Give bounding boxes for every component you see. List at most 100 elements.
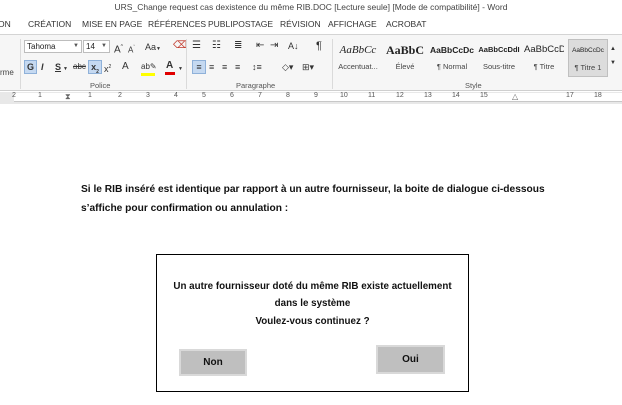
- align-center-icon[interactable]: ≡: [209, 61, 214, 73]
- caret-up-icon: ^: [120, 44, 124, 50]
- grow-font-button[interactable]: A^: [114, 41, 123, 56]
- subscript-2-glyph: 2: [96, 68, 99, 75]
- font-family-select[interactable]: Tahoma ▼: [24, 40, 82, 53]
- tab-references[interactable]: RÉFÉRENCES: [148, 19, 206, 29]
- caret-down-icon: ˇ: [133, 45, 136, 51]
- ruler-label: 4: [174, 92, 178, 99]
- text-effects-icon[interactable]: A: [122, 61, 129, 73]
- align-right-icon[interactable]: ≡: [222, 61, 227, 73]
- ribbon-tabs: ON CRÉATION MISE EN PAGE RÉFÉRENCES PUBL…: [0, 16, 622, 34]
- shrink-font-button[interactable]: Aˇ: [128, 42, 135, 57]
- numbering-icon[interactable]: ☷: [212, 40, 221, 52]
- style-name: Élevé: [395, 62, 415, 71]
- font-color-icon: A: [166, 60, 174, 71]
- ruler-label: 9: [314, 92, 318, 99]
- font-color-button[interactable]: A: [165, 60, 175, 75]
- yes-button[interactable]: Oui: [376, 345, 445, 374]
- style-name: Sous-titre: [482, 62, 516, 71]
- style-name: ¶ Normal: [436, 62, 468, 71]
- style-sample: AaBbCc: [339, 44, 377, 56]
- superscript-2-glyph: 2: [108, 64, 112, 70]
- font-group-label: Police: [90, 81, 111, 90]
- group-divider: [186, 39, 187, 89]
- styles-scroll-up-icon[interactable]: ▲: [610, 43, 616, 55]
- grow-font-label: A: [114, 44, 121, 56]
- multilevel-list-icon[interactable]: ≣: [234, 40, 242, 52]
- tab-revision[interactable]: RÉVISION: [280, 19, 321, 29]
- ruler-label: 6: [230, 92, 234, 99]
- font-family-value: Tahoma: [27, 42, 56, 51]
- change-case-label: Aa: [145, 42, 157, 52]
- ruler-label: 2: [12, 92, 16, 99]
- style-titre-1[interactable]: AaBbCcDc ¶ Titre 1: [568, 39, 608, 77]
- ruler-label: 7: [258, 92, 262, 99]
- tab-publipostage[interactable]: PUBLIPOSTAGE: [208, 19, 273, 29]
- highlighter-icon: ab✎: [141, 62, 157, 71]
- style-accentuation[interactable]: AaBbCc Accentuat...: [336, 39, 380, 77]
- style-name: Accentuat...: [338, 62, 378, 71]
- ruler-label: 13: [424, 92, 432, 99]
- ruler-label: 17: [566, 92, 574, 99]
- style-sample: AaBbCcD: [524, 44, 564, 55]
- style-normal[interactable]: AaBbCcDc ¶ Normal: [430, 39, 474, 77]
- ruler-label: 2: [118, 92, 122, 99]
- chevron-down-icon[interactable]: ▼: [63, 63, 68, 75]
- ruler-paper: [14, 93, 622, 102]
- group-divider: [332, 39, 333, 89]
- decrease-indent-icon[interactable]: ⇤: [256, 40, 264, 52]
- ruler-label: 5: [202, 92, 206, 99]
- indent-marker-icon[interactable]: ⧗: [65, 92, 71, 101]
- document-paragraph-line-2: s’affiche pour confirmation ou annulatio…: [81, 203, 289, 214]
- tab-affichage[interactable]: AFFICHAGE: [328, 19, 377, 29]
- bold-button[interactable]: G: [24, 60, 37, 74]
- show-marks-button[interactable]: ¶: [316, 40, 322, 52]
- subscript-button[interactable]: x2: [88, 60, 102, 75]
- font-size-select[interactable]: 14 ▼: [83, 40, 110, 53]
- line-spacing-icon[interactable]: ↕≡: [252, 61, 262, 73]
- confirmation-dialog-mockup: Un autre fournisseur doté du même RIB ex…: [156, 254, 469, 392]
- change-case-button[interactable]: Aa▼: [145, 41, 161, 55]
- clipboard-fragment-label: rme: [0, 68, 14, 77]
- font-color-swatch: [165, 72, 175, 75]
- styles-scroll-down-icon[interactable]: ▼: [610, 57, 616, 69]
- superscript-button[interactable]: x2: [104, 61, 111, 75]
- dialog-question: Voulez-vous continuez ?: [255, 316, 370, 327]
- underline-button[interactable]: S: [55, 61, 61, 73]
- strikethrough-button[interactable]: abc: [73, 61, 86, 73]
- style-sample: AaBbC: [385, 43, 424, 57]
- ruler-label: 3: [146, 92, 150, 99]
- style-name: ¶ Titre 1: [574, 63, 602, 72]
- increase-indent-icon[interactable]: ⇥: [270, 40, 278, 52]
- ruler-label: 18: [594, 92, 602, 99]
- ribbon: rme Tahoma ▼ 14 ▼ A^ Aˇ Aa▼ ⌫ G I S ▼ ab…: [0, 34, 622, 91]
- font-size-value: 14: [86, 42, 95, 51]
- tab-insertion[interactable]: ON: [0, 19, 11, 29]
- ruler-label: 11: [368, 92, 376, 99]
- ruler-label: 12: [396, 92, 404, 99]
- shading-icon[interactable]: ◇▾: [282, 61, 293, 73]
- style-group-label: Style: [465, 81, 482, 90]
- italic-button[interactable]: I: [41, 61, 44, 73]
- style-titre[interactable]: AaBbCcD ¶ Titre: [524, 39, 564, 77]
- tab-creation[interactable]: CRÉATION: [28, 19, 71, 29]
- tab-acrobat[interactable]: ACROBAT: [386, 19, 426, 29]
- ruler-label: 14: [452, 92, 460, 99]
- paragraph-group-label: Paragraphe: [236, 81, 276, 90]
- ruler-label: 15: [480, 92, 488, 99]
- horizontal-ruler[interactable]: 2 1 ⧗ 1 2 3 4 5 6 7 8 9 10 11 12 13 14 1…: [0, 92, 622, 104]
- align-left-icon[interactable]: ≡: [192, 60, 206, 74]
- sort-icon[interactable]: A↓: [288, 40, 299, 52]
- tab-mise-en-page[interactable]: MISE EN PAGE: [82, 19, 142, 29]
- style-eleve[interactable]: AaBbC Élevé: [382, 39, 428, 77]
- style-sample: AaBbCcDdI: [478, 45, 520, 54]
- bullets-icon[interactable]: ☰: [192, 40, 201, 52]
- dialog-message-line-1: Un autre fournisseur doté du même RIB ex…: [173, 281, 452, 292]
- right-indent-marker-icon[interactable]: △: [512, 92, 518, 101]
- borders-icon[interactable]: ⊞▾: [302, 61, 314, 73]
- highlight-button[interactable]: ab✎: [141, 61, 157, 76]
- style-sous-titre[interactable]: AaBbCcDdI Sous-titre: [476, 39, 522, 77]
- chevron-down-icon: ▼: [156, 46, 161, 52]
- justify-icon[interactable]: ≡: [235, 61, 240, 73]
- chevron-down-icon[interactable]: ▼: [178, 63, 183, 75]
- no-button[interactable]: Non: [179, 349, 247, 376]
